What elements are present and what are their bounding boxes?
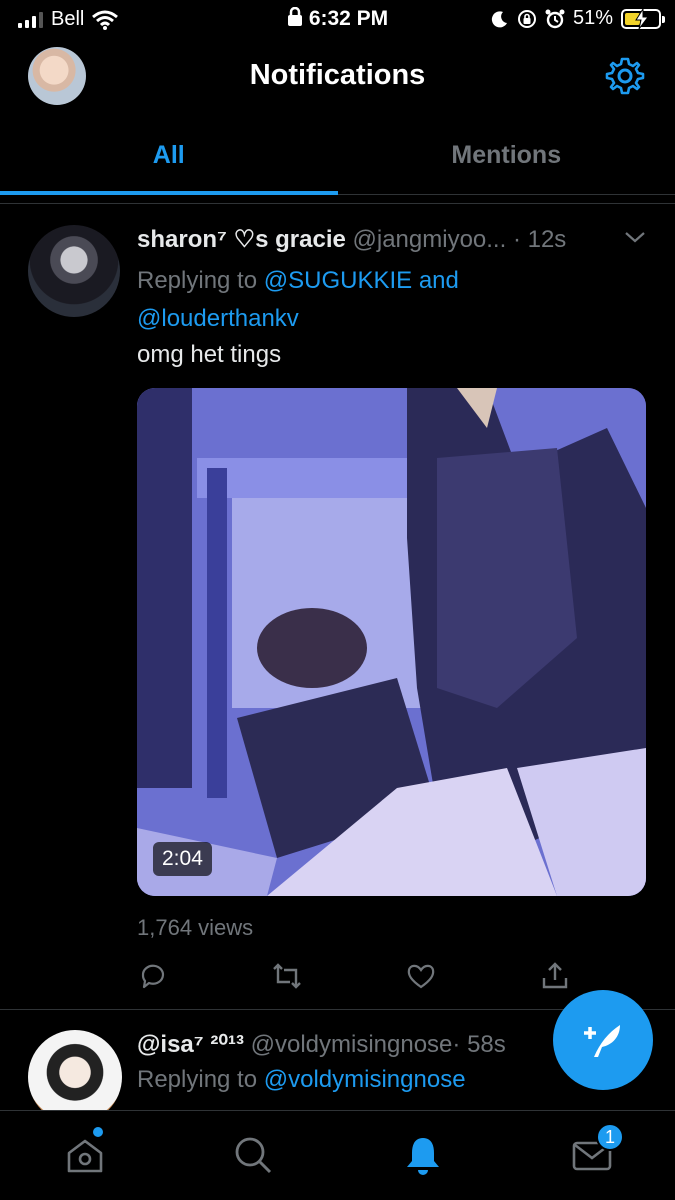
tweet-author-avatar[interactable] [28,1030,122,1110]
divider [0,203,675,204]
nav-home[interactable] [63,1127,107,1177]
compose-tweet-button[interactable] [553,990,653,1090]
nav-search[interactable] [231,1133,275,1177]
settings-gear-icon[interactable] [605,56,645,96]
replying-to-prefix: Replying to [137,267,258,294]
share-icon[interactable] [539,960,571,992]
tweet-header: sharon⁷ ♡s gracie @jangmiyoo... · 12s [137,225,647,254]
replying-to-prefix: Replying to [137,1066,258,1093]
tweet-text: omg het tings [137,341,282,368]
tweet-actions [137,960,569,994]
battery-icon [621,7,665,29]
video-thumbnail[interactable]: 2:04 [137,388,646,896]
alarm-icon [545,9,565,28]
header: Notifications [0,38,675,118]
mention-link[interactable]: @SUGUKKIE [264,267,412,294]
time-label: 6:32 PM [308,7,389,30]
page-title: Notifications [249,59,426,91]
search-icon [235,1137,272,1174]
rotation-lock-icon [517,9,536,28]
replying-and[interactable]: and [419,267,459,294]
home-new-dot [93,1127,103,1137]
messages-badge: 1 [596,1123,624,1151]
bell-icon [407,1138,439,1175]
replying-to: Replying to @voldymisingnose [137,1066,466,1094]
chevron-down-icon[interactable] [623,229,647,245]
tweet-time: · 58s [452,1031,506,1058]
tweet-author-avatar[interactable] [28,225,120,317]
compose-feather-icon [584,1025,620,1057]
home-icon [67,1139,103,1173]
bottom-nav: 1 [0,1110,675,1200]
tweet[interactable]: sharon⁷ ♡s gracie @jangmiyoo... · 12s Re… [0,205,675,1010]
battery-percent: 51% [572,7,613,29]
mention-link[interactable]: @louderthankv [137,305,299,332]
view-count: 1,764 views [137,915,254,940]
nav-messages[interactable]: 1 [570,1123,624,1177]
tweet-author-handle: @jangmiyoo... [352,226,507,253]
tweet-header: @isa⁷ ²⁰¹³ @voldymisingnose· 58s [137,1030,506,1059]
tweet-author-handle: @voldymisingnose [250,1031,453,1058]
lock-icon [287,7,302,26]
tweet-author-name[interactable]: sharon⁷ ♡s gracie [137,226,346,253]
video-frame [137,388,646,896]
tab-mentions[interactable]: Mentions [338,118,675,194]
mention-link[interactable]: @voldymisingnose [264,1066,466,1093]
tweet-time: · 12s [512,226,567,253]
video-duration: 2:04 [153,842,212,876]
status-right: 51% [491,7,665,30]
tab-all[interactable]: All [0,118,338,195]
nav-notifications[interactable] [401,1133,445,1177]
like-heart-icon[interactable] [405,960,437,992]
retweet-icon[interactable] [271,960,303,992]
reply-icon[interactable] [137,960,169,992]
status-bar: Bell 6:32 PM 51% [0,0,675,38]
moon-icon [491,10,507,27]
replying-to: Replying to @SUGUKKIE and @louderthankv [137,262,537,338]
tweet-author-name[interactable]: @isa⁷ ²⁰¹³ [137,1031,244,1058]
tab-bar: All Mentions [0,118,675,195]
